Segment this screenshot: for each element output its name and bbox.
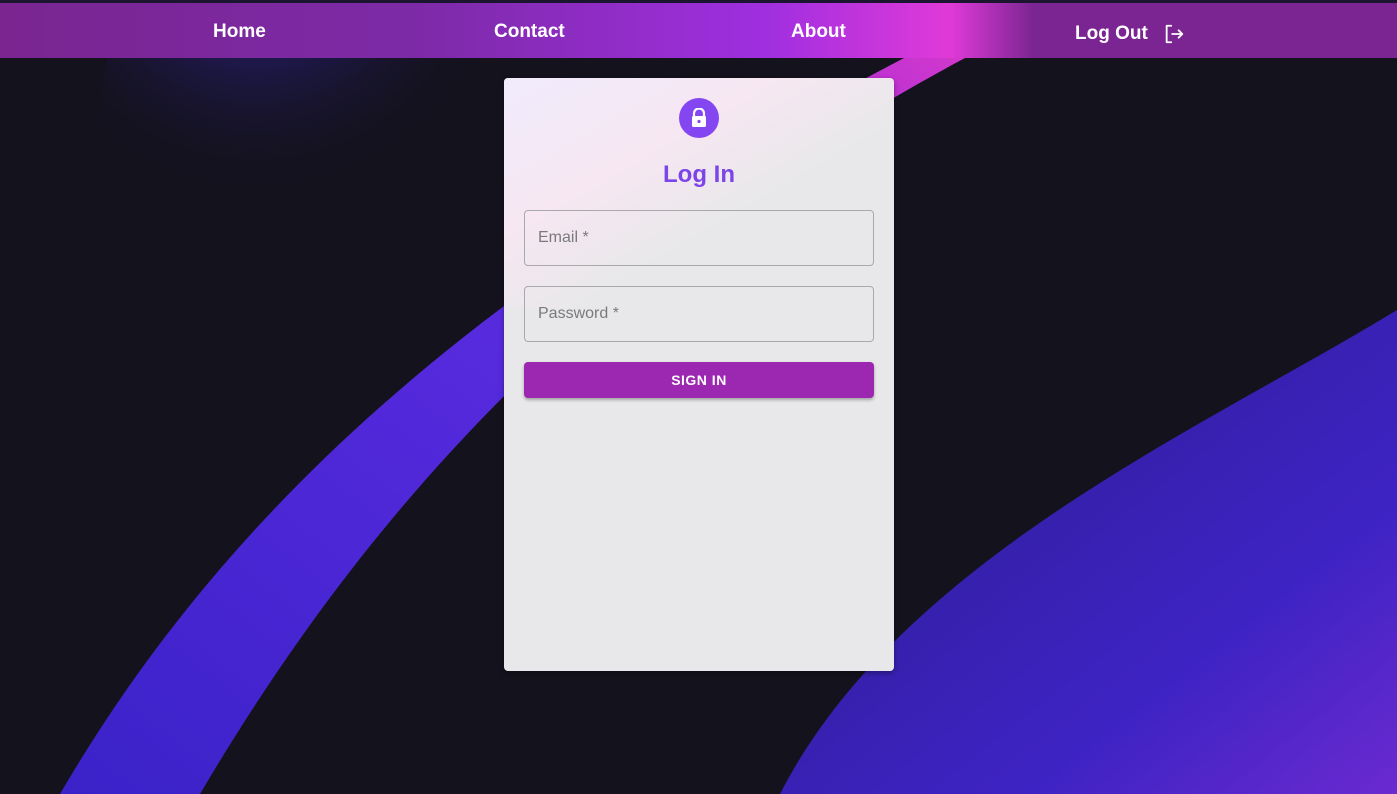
logout-button[interactable]: Log Out xyxy=(1075,23,1185,45)
nav-contact-link[interactable]: Contact xyxy=(494,21,565,43)
lock-icon xyxy=(679,98,719,138)
page-title: Log In xyxy=(663,161,735,188)
nav-about-link[interactable]: About xyxy=(791,21,846,43)
nav-home-link[interactable]: Home xyxy=(213,21,266,43)
password-input[interactable] xyxy=(525,287,873,341)
logout-icon xyxy=(1163,23,1185,45)
top-nav: Home Contact About Log Out xyxy=(0,0,1397,58)
password-field[interactable] xyxy=(524,286,874,342)
email-field[interactable] xyxy=(524,210,874,266)
logout-label: Log Out xyxy=(1075,23,1148,44)
sign-in-button[interactable]: SIGN IN xyxy=(524,362,874,398)
email-input[interactable] xyxy=(525,211,873,265)
login-card: Log In SIGN IN xyxy=(504,78,894,671)
